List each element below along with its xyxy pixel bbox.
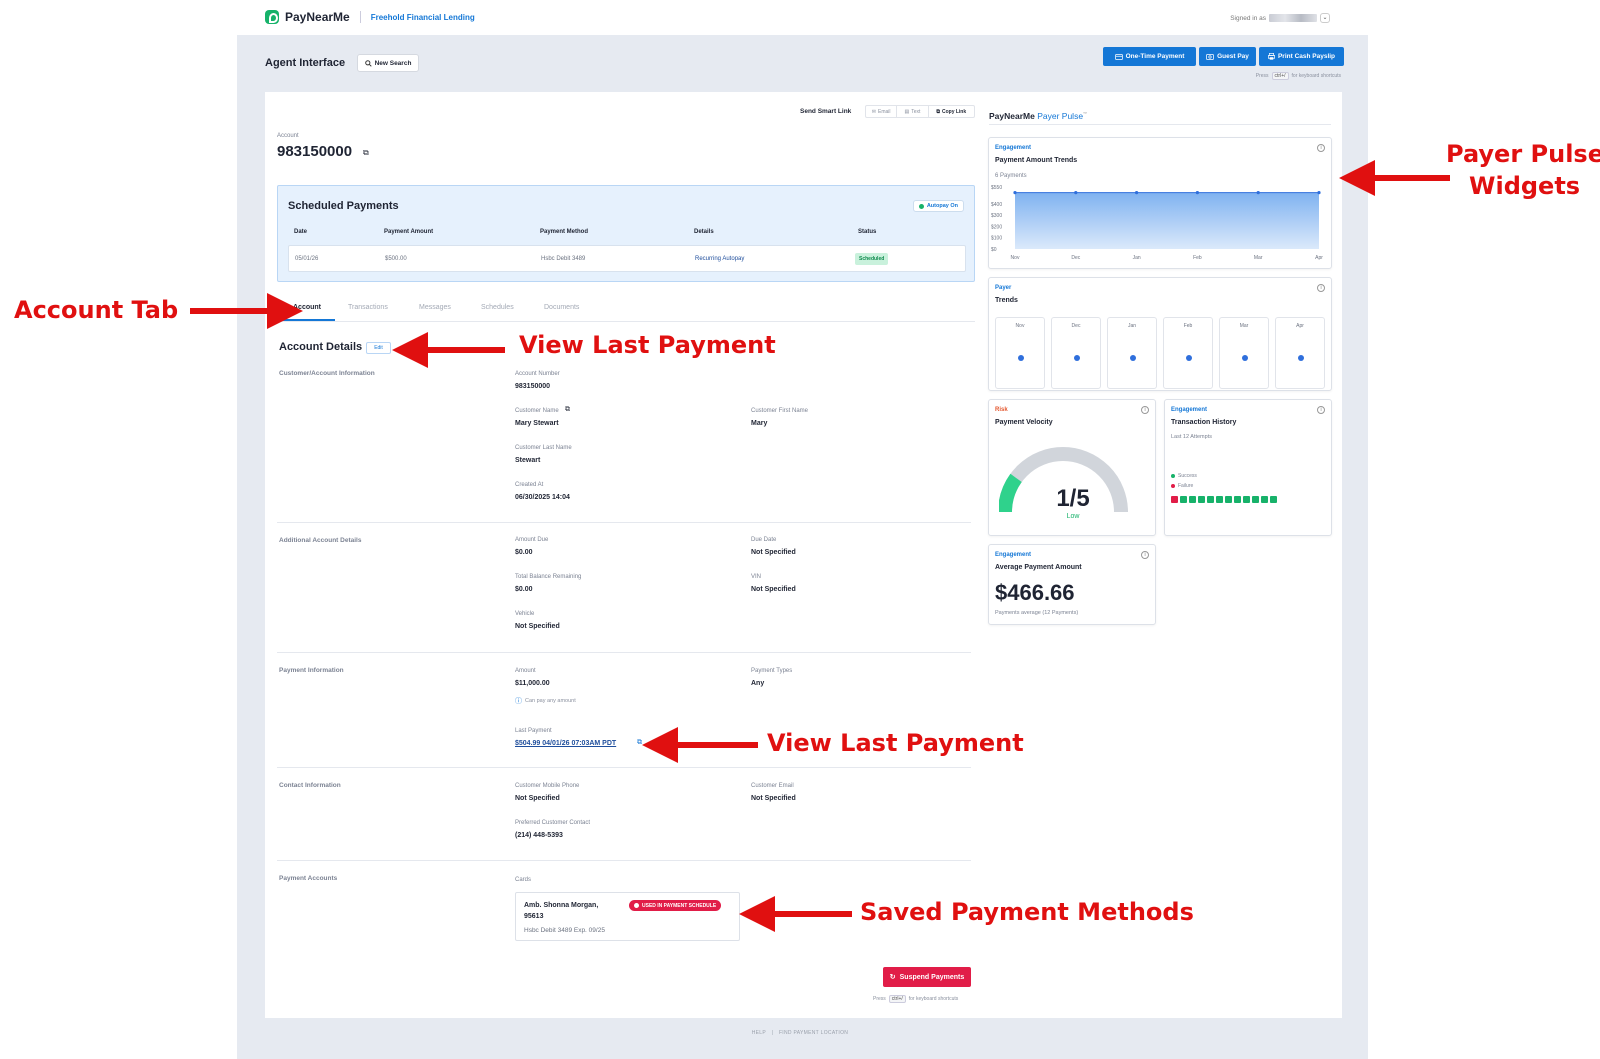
annotation-arrows [190, 160, 1450, 932]
